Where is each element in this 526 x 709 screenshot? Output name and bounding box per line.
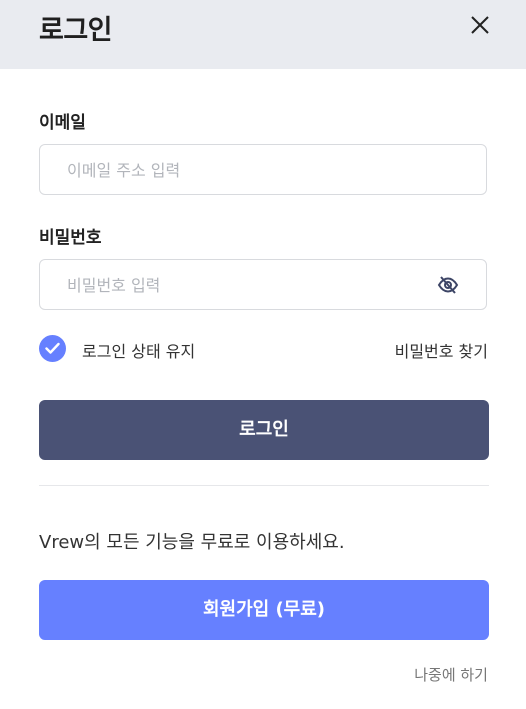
- divider: [39, 485, 489, 486]
- email-input[interactable]: [65, 145, 449, 196]
- login-button[interactable]: 로그인: [39, 400, 489, 460]
- email-label: 이메일: [39, 113, 86, 133]
- keep-logged-in-checkbox[interactable]: [39, 335, 66, 362]
- eye-slash-icon[interactable]: [437, 274, 459, 296]
- password-input[interactable]: [65, 260, 449, 311]
- password-field-box: [39, 259, 487, 311]
- email-field-box: [39, 144, 487, 196]
- promo-text: Vrew의 모든 기능을 무료로 이용하세요.: [39, 532, 345, 553]
- keep-logged-in-label[interactable]: 로그인 상태 유지: [82, 338, 195, 362]
- signup-button[interactable]: 회원가입 (무료): [39, 580, 489, 640]
- checkmark-icon: [45, 342, 60, 354]
- later-link[interactable]: 나중에 하기: [414, 664, 488, 685]
- modal-header: 로그인: [0, 0, 526, 69]
- password-label: 비밀번호: [39, 228, 102, 248]
- find-password-link[interactable]: 비밀번호 찾기: [395, 338, 488, 362]
- modal-title: 로그인: [39, 15, 113, 46]
- close-icon[interactable]: [466, 11, 494, 39]
